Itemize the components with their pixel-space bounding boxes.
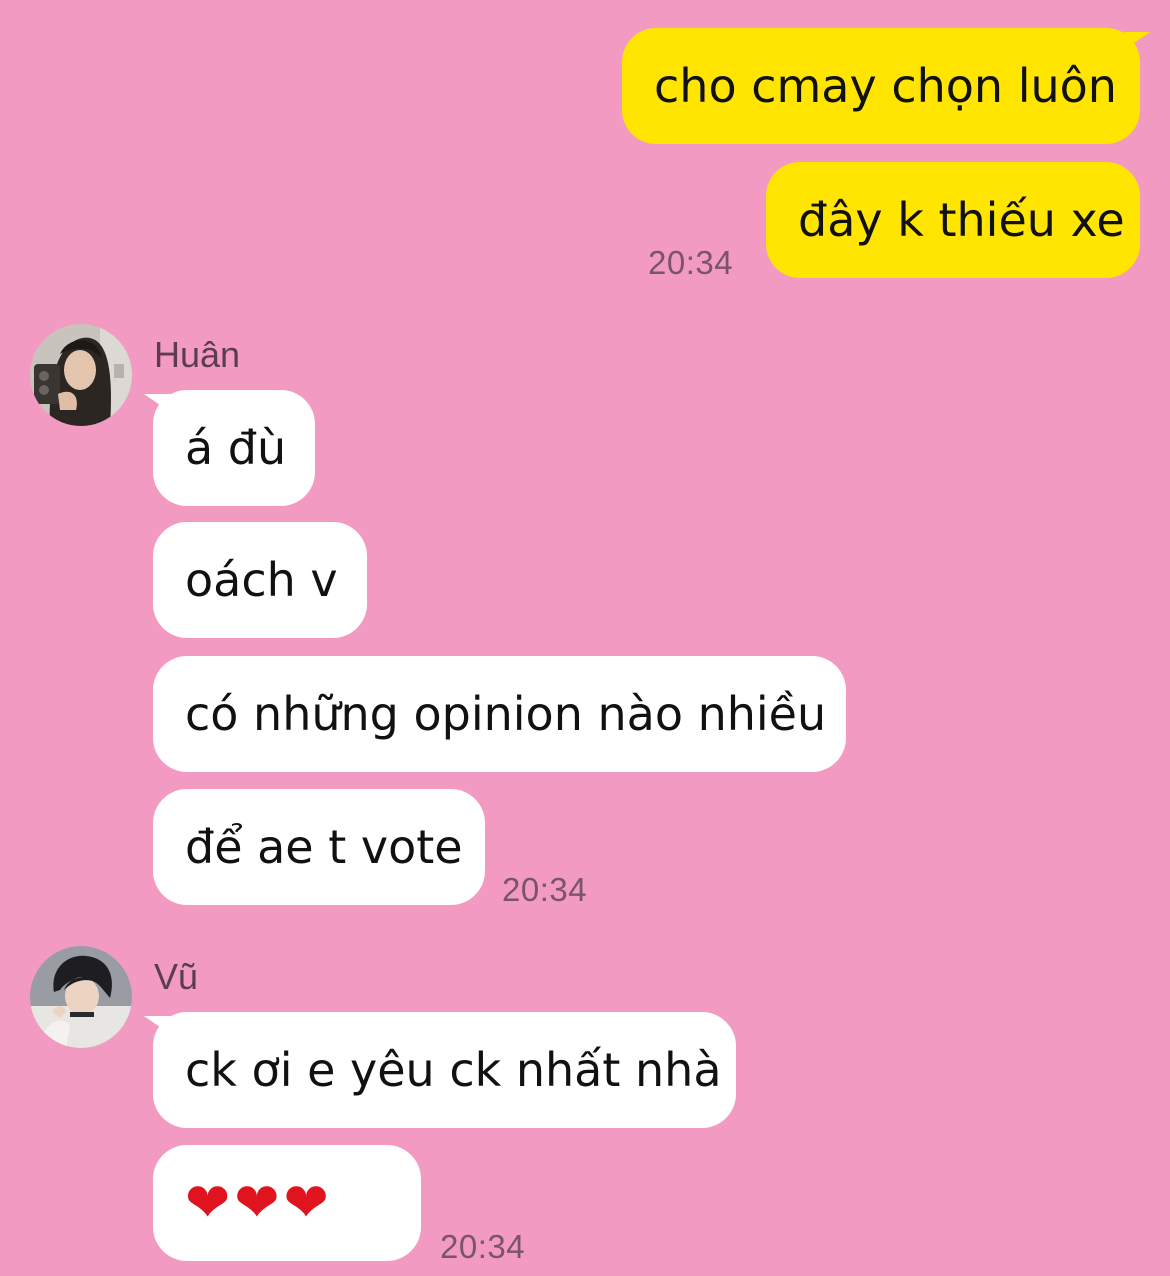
- vu-message-1[interactable]: ck ơi e yêu ck nhất nhà: [153, 1012, 736, 1128]
- huan-message-2[interactable]: oách v: [153, 522, 367, 638]
- avatar-vu[interactable]: [30, 946, 132, 1048]
- vu-timestamp: 20:34: [440, 1228, 526, 1265]
- huan-message-3[interactable]: có những opinion nào nhiều: [153, 656, 846, 772]
- vu-message-2[interactable]: ❤❤❤: [153, 1145, 421, 1261]
- heart-emoji: ❤❤❤: [185, 1171, 333, 1234]
- avatar-huan[interactable]: [30, 324, 132, 426]
- chat-screen: { "chat": { "outgoing": { "messages": ["…: [0, 0, 1170, 1276]
- huan-message-1[interactable]: á đù: [153, 390, 315, 506]
- huan-timestamp: 20:34: [502, 871, 588, 908]
- huan-message-4[interactable]: để ae t vote: [153, 789, 485, 905]
- sender-name-vu: Vũ: [154, 956, 199, 997]
- outgoing-timestamp: 20:34: [648, 244, 734, 281]
- outgoing-message-2[interactable]: đây k thiếu xe: [766, 162, 1140, 278]
- sender-name-huan: Huân: [154, 334, 241, 375]
- outgoing-message-1[interactable]: cho cmay chọn luôn: [622, 28, 1140, 144]
